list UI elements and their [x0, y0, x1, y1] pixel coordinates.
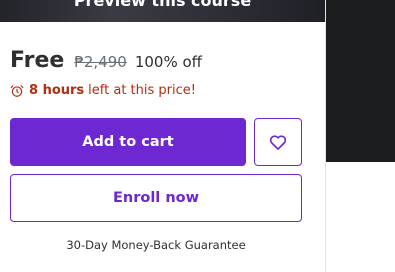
price-row: Free ₱2,490 100% off — [10, 48, 202, 73]
add-to-cart-button[interactable]: Add to cart — [10, 118, 246, 166]
heart-icon — [269, 135, 287, 150]
add-to-cart-label: Add to cart — [82, 134, 174, 150]
price-countdown: 8 hours left at this price! — [10, 83, 196, 98]
enroll-now-label: Enroll now — [112, 190, 199, 206]
money-back-guarantee: 30-Day Money-Back Guarantee — [66, 238, 246, 252]
current-price: Free — [10, 48, 65, 73]
alarm-clock-icon — [10, 84, 24, 97]
original-price: ₱2,490 — [74, 53, 127, 71]
dark-background-panel — [326, 0, 395, 162]
discount-percentage: 100% off — [134, 53, 202, 71]
countdown-suffix: left at this price! — [88, 83, 196, 98]
enroll-now-button[interactable]: Enroll now — [10, 174, 302, 222]
hours-remaining: 8 hours — [29, 83, 85, 98]
wishlist-button[interactable] — [254, 118, 302, 166]
preview-course-label[interactable]: Preview this course — [0, 0, 325, 10]
course-preview-thumbnail[interactable]: Preview this course — [0, 0, 325, 22]
